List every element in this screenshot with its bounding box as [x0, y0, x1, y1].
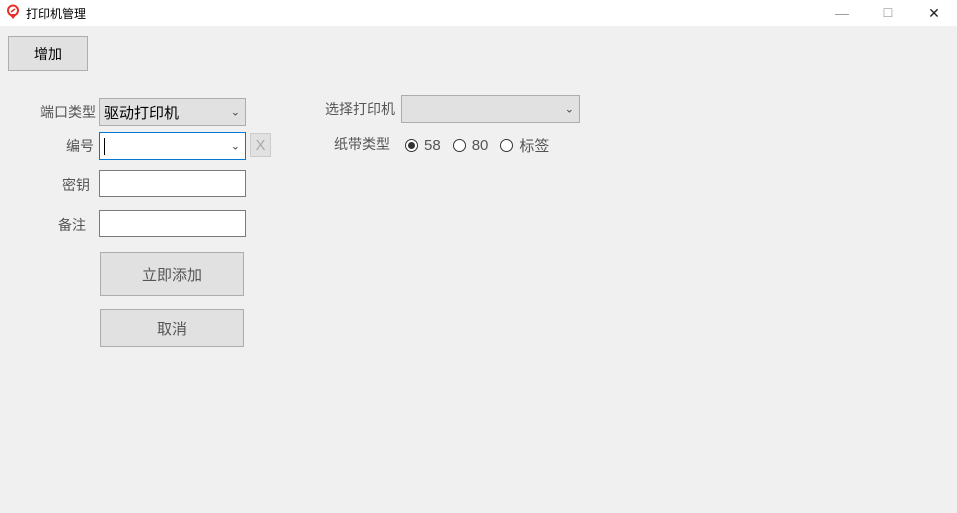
- app-icon: [7, 4, 19, 19]
- remark-input[interactable]: [99, 210, 246, 237]
- radio-80[interactable]: [452, 139, 466, 152]
- port-type-select[interactable]: 驱动打印机 ⌄: [99, 98, 246, 126]
- chevron-down-icon: ⌄: [564, 103, 574, 116]
- paper-type-label: 纸带类型: [334, 136, 390, 152]
- radio-80-label: 80: [471, 137, 489, 154]
- printer-select[interactable]: ⌄: [401, 95, 580, 123]
- maximize-button[interactable]: ☐: [865, 0, 911, 26]
- title-bar: 打印机管理 — ☐ ✕: [0, 0, 957, 26]
- text-cursor: [104, 138, 105, 155]
- key-label: 密钥: [62, 177, 90, 193]
- radio-58-label: 58: [424, 137, 441, 154]
- port-type-label: 端口类型: [40, 104, 96, 120]
- window-title: 打印机管理: [26, 7, 87, 21]
- port-type-value: 驱动打印机: [104, 104, 180, 122]
- printer-label: 选择打印机: [325, 101, 395, 117]
- add-button[interactable]: 增加: [8, 36, 88, 71]
- cancel-button[interactable]: 取消: [100, 309, 244, 347]
- key-input[interactable]: [99, 170, 246, 197]
- radio-58[interactable]: [405, 139, 418, 152]
- paper-type-group: 58 80 标签: [405, 135, 549, 156]
- radio-label-text: 标签: [519, 138, 550, 155]
- chevron-down-icon: ⌄: [230, 106, 240, 119]
- submit-button[interactable]: 立即添加: [100, 252, 244, 296]
- close-button[interactable]: ✕: [911, 0, 957, 26]
- clear-number-button[interactable]: X: [250, 133, 271, 157]
- radio-selected-dot: [408, 142, 415, 149]
- chevron-down-icon: ⌄: [230, 140, 240, 153]
- number-label: 编号: [66, 138, 94, 154]
- number-combo[interactable]: ⌄: [99, 132, 246, 160]
- remark-label: 备注: [58, 217, 86, 233]
- radio-label[interactable]: [500, 139, 514, 152]
- minimize-button[interactable]: —: [819, 0, 865, 26]
